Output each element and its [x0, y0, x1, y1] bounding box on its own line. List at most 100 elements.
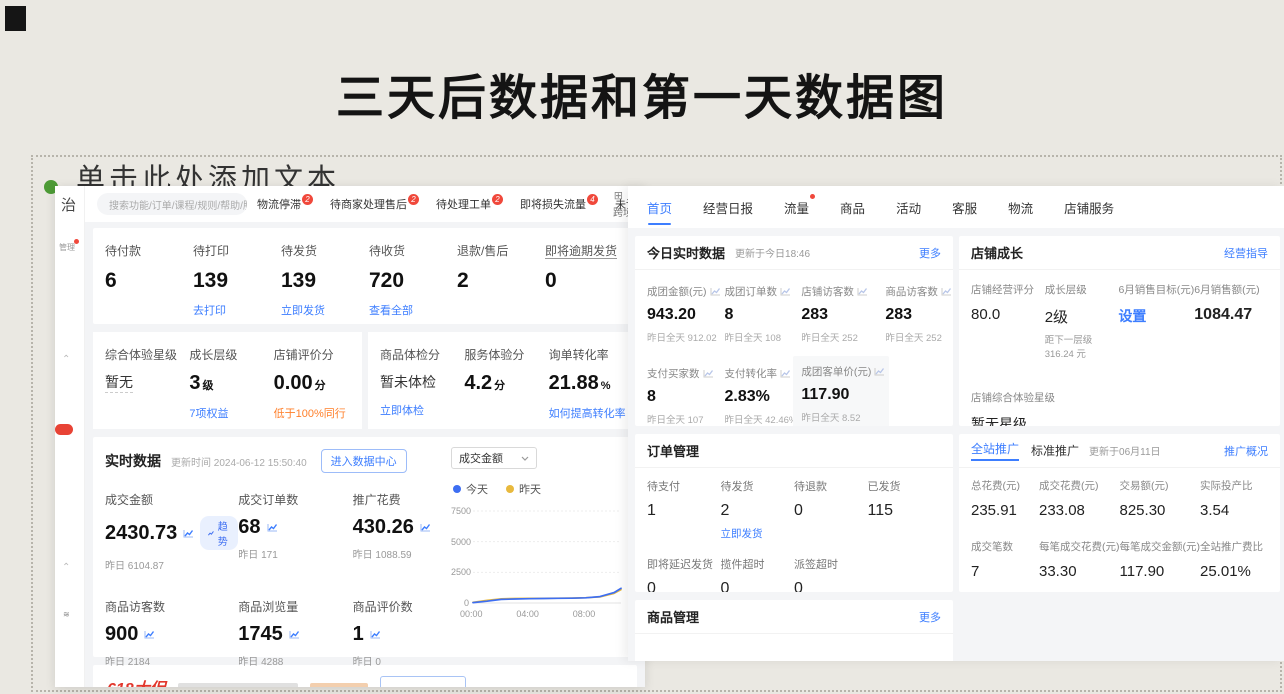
- nav-item[interactable]: 待处理工单2: [436, 196, 503, 212]
- metric-value: 8: [725, 306, 798, 324]
- metric-label: 店铺访客数: [801, 284, 854, 299]
- metric-value: 139: [281, 269, 369, 293]
- nav-item[interactable]: 即将损失流量4: [520, 196, 598, 212]
- search-input[interactable]: 搜索功能/订单/课程/规则/帮助/服务: [97, 193, 247, 215]
- trend-chart-icon[interactable]: [857, 287, 868, 296]
- tab-site-wide-promo[interactable]: 全站推广: [971, 440, 1019, 461]
- trend-chart-icon[interactable]: [144, 630, 155, 639]
- metric-label: 待发货: [721, 478, 795, 494]
- tab[interactable]: 物流: [1006, 186, 1035, 229]
- metric-label: 商品访客数: [885, 284, 938, 299]
- tab[interactable]: 店铺服务: [1062, 186, 1116, 229]
- promotion-metric: 全站推广费比 25.01%: [1200, 539, 1268, 580]
- yesterday-value: 昨日全天 252: [885, 330, 952, 344]
- metric-value: 0: [647, 580, 721, 592]
- tab[interactable]: 首页: [645, 186, 674, 229]
- metric-label: 6月销售目标(元): [1118, 282, 1194, 297]
- right-dashboard: 首页经营日报流量商品活动客服物流店铺服务 今日实时数据 更新于今日18:46 更…: [628, 186, 1284, 661]
- trend-chart-icon[interactable]: [941, 287, 952, 296]
- more-link[interactable]: 更多: [919, 245, 941, 261]
- apps-grid-icon[interactable]: ⊞: [614, 189, 623, 202]
- nav-item[interactable]: 物流停滞2: [257, 196, 313, 212]
- chart-metric-select[interactable]: 成交金额: [451, 447, 537, 469]
- growth-metric: 成长层级 2级 距下一层级 316.24 元: [1045, 282, 1119, 360]
- trend-chart-icon[interactable]: [183, 529, 194, 538]
- promo-action-button[interactable]: [380, 676, 466, 687]
- legend-item[interactable]: 昨天: [506, 481, 541, 497]
- data-center-button[interactable]: 进入数据中心: [321, 449, 407, 473]
- realtime-metric: 成交订单数 68 昨日 171: [238, 491, 352, 572]
- sidebar-item-label: 管理: [59, 243, 75, 252]
- count-badge: 2: [302, 194, 313, 205]
- metric-value[interactable]: 80.0: [971, 306, 1045, 323]
- yesterday-value: 昨日 2184: [105, 653, 238, 668]
- metric-label: 成团金额(元): [647, 284, 707, 299]
- promo-overview-link[interactable]: 推广概况: [1224, 443, 1268, 459]
- trend-chart-icon[interactable]: [780, 369, 791, 378]
- tab-standard-promo[interactable]: 标准推广: [1031, 442, 1079, 459]
- metric-value[interactable]: 2级: [1045, 306, 1119, 327]
- yesterday-value: 昨日 171: [238, 546, 352, 561]
- trend-chart-icon[interactable]: [289, 630, 300, 639]
- metric-value[interactable]: 设置: [1118, 306, 1194, 326]
- guidance-link[interactable]: 经营指导: [1224, 245, 1268, 261]
- metric-action-link[interactable]: 如何提高转化率: [549, 405, 626, 421]
- x-tick-label: 00:00: [460, 609, 483, 619]
- goods-management-card: 商品管理 更多: [635, 600, 953, 661]
- nav-item[interactable]: 待商家处理售后2: [330, 196, 419, 212]
- trend-chart-icon[interactable]: [420, 523, 431, 532]
- todo-metric: 退款/售后 2: [457, 242, 545, 324]
- metric-label: 店铺评价分: [274, 346, 358, 363]
- trend-chart-icon[interactable]: [370, 630, 381, 639]
- metric-label: 综合体验星级: [105, 346, 189, 363]
- tab[interactable]: 活动: [894, 186, 923, 229]
- metric-label: 已发货: [868, 478, 942, 494]
- realtime-metric: 商品浏览量 1745 昨日 4288: [238, 598, 352, 668]
- updated-time: 更新时间 2024-06-12 15:50:40: [171, 454, 307, 469]
- trend-chart-icon[interactable]: [710, 287, 721, 296]
- trend-chart-icon[interactable]: [703, 369, 714, 378]
- metric-action-link[interactable]: 7项权益: [189, 405, 228, 421]
- metric-label: 待收货: [369, 242, 457, 259]
- metric-label: 每笔成交金额(元): [1120, 539, 1201, 554]
- series-今天: [473, 588, 621, 602]
- today-metric: 成团客单价(元) 117.90 昨日全天 8.52: [793, 356, 889, 426]
- metric-value: 0: [545, 269, 633, 293]
- metric-value: 0: [794, 580, 868, 592]
- legend-item[interactable]: 今天: [453, 481, 488, 497]
- metric-value: 2: [457, 269, 545, 293]
- metric-value[interactable]: 1084.47: [1194, 306, 1268, 324]
- tab[interactable]: 商品: [838, 186, 867, 229]
- metric-action-link[interactable]: 立即发货: [721, 526, 763, 541]
- right-dashboard-content: 今日实时数据 更新于今日18:46 更多 成团金额(元) 943.20 昨日全天…: [628, 228, 1284, 661]
- metric-value: 720: [369, 269, 457, 293]
- nav-item-label: 待商家处理售后: [330, 199, 407, 211]
- metric-action-link[interactable]: 查看全部: [369, 302, 413, 318]
- tab[interactable]: 流量: [782, 186, 811, 229]
- metric-action-link[interactable]: 去打印: [193, 302, 226, 318]
- growth-metric: 店铺经营评分 80.0: [971, 282, 1045, 360]
- metric-action-link[interactable]: 立即体检: [380, 402, 424, 418]
- metric-label: 商品浏览量: [238, 598, 352, 615]
- trend-chart-icon[interactable]: [874, 367, 885, 376]
- promotion-metric: 每笔成交金额(元) 117.90: [1120, 539, 1201, 580]
- more-link[interactable]: 更多: [919, 609, 941, 625]
- y-tick-label: 7500: [451, 506, 469, 516]
- metric-label: 全站推广费比: [1200, 539, 1268, 554]
- x-tick-label: 08:00: [573, 609, 596, 619]
- metric-action-link[interactable]: 立即发货: [281, 302, 325, 318]
- card-title: 订单管理: [647, 441, 699, 460]
- sidebar-item-manage[interactable]: 管理: [59, 242, 75, 253]
- promo-text-bar: [310, 683, 368, 688]
- metric-value: 68: [238, 516, 260, 539]
- trend-chart-icon[interactable]: [267, 523, 278, 532]
- metric-label: 成团订单数: [725, 284, 778, 299]
- tab[interactable]: 客服: [950, 186, 979, 229]
- metric-label: 实际投产比: [1200, 478, 1268, 493]
- tab[interactable]: 经营日报: [701, 186, 755, 229]
- notification-badge: [55, 424, 73, 435]
- metric-label: 商品体检分: [380, 346, 464, 363]
- trend-chart-icon[interactable]: [780, 287, 791, 296]
- metric-action-link[interactable]: 低于100%同行: [274, 405, 346, 421]
- trend-pill[interactable]: 趋势: [200, 516, 238, 550]
